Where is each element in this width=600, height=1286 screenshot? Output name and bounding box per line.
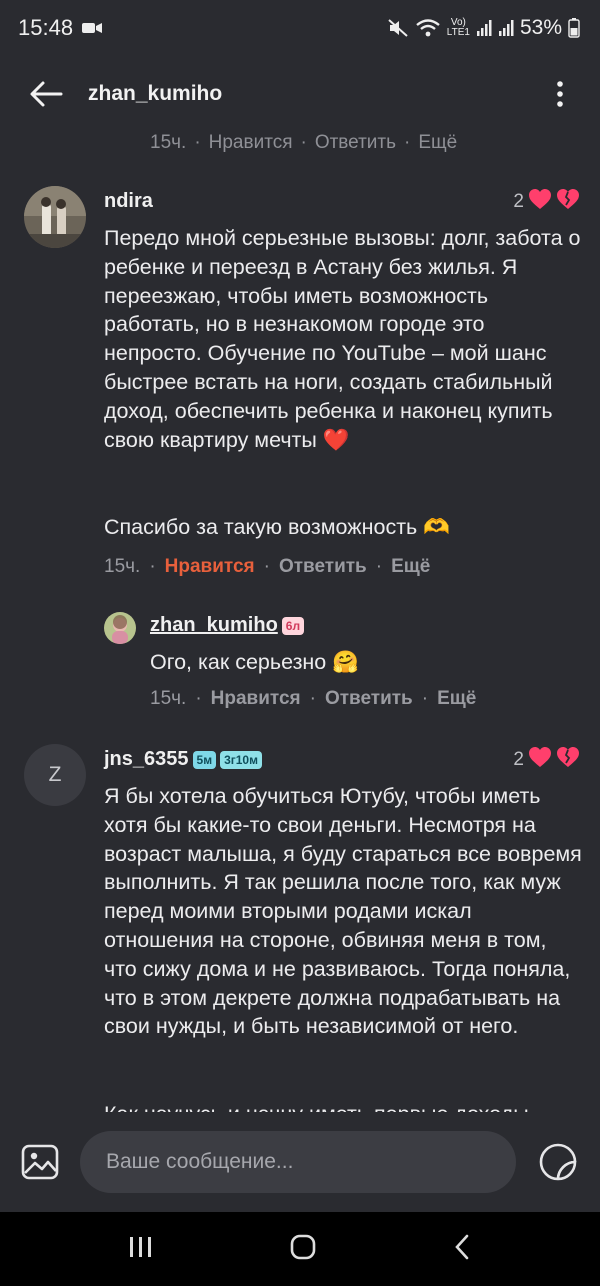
comment-text: Я бы хотела обучиться Ютубу, чтобы иметь… [104, 784, 582, 1039]
top-app-bar: zhan_kumiho [0, 60, 600, 128]
comment-time: 15ч. [104, 556, 141, 577]
heart-icon [528, 746, 552, 774]
battery-icon [568, 18, 580, 38]
signal-icon-1 [476, 19, 492, 37]
comment-text-2: Как научусь и начну иметь первые доходы [104, 1100, 584, 1112]
previous-comment-meta: 15ч. · Нравится · Ответить · Ещё [150, 132, 458, 154]
like-button[interactable]: Нравится [209, 132, 293, 154]
comment-author[interactable]: ndira [104, 190, 153, 213]
avatar[interactable] [104, 612, 136, 644]
like-button[interactable]: Нравится [165, 556, 255, 578]
age-badge: 6л [281, 616, 305, 635]
heartbreak-icon [556, 746, 580, 774]
chevron-left-icon [455, 1234, 469, 1259]
mute-icon [387, 18, 409, 38]
reply-author[interactable]: zhan_kumiho 6л [150, 614, 305, 637]
message-input[interactable]: Ваше сообщение... [80, 1131, 516, 1193]
home-button[interactable] [289, 1233, 317, 1266]
like-counter: 2 [513, 746, 580, 774]
badge-3y10m: 3г10м [220, 750, 262, 769]
image-icon [21, 1144, 59, 1180]
comment-author[interactable]: jns_6355 5м 3г10м [104, 748, 262, 771]
avatar[interactable]: Z [24, 744, 86, 806]
comment-text-2: Спасибо за такую возможность 🫶 [104, 515, 450, 539]
heart-icon [528, 188, 552, 216]
back-nav-button[interactable] [452, 1233, 472, 1266]
more-button[interactable]: Ещё [437, 688, 476, 710]
status-time: 15:48 [18, 15, 74, 40]
more-button[interactable]: Ещё [391, 556, 430, 578]
battery-percent: 53% [519, 16, 562, 39]
arrow-left-icon [30, 81, 63, 107]
back-button[interactable] [22, 70, 70, 118]
reply-text: Ого, как серьезно 🤗 [150, 650, 359, 674]
home-icon [290, 1234, 316, 1259]
recent-apps-button[interactable] [128, 1235, 154, 1264]
comments-list[interactable]: 15ч.· Нравится· Ответить· Ещё ndira 2 [0, 128, 600, 1112]
more-options-button[interactable] [540, 70, 580, 118]
reply-button[interactable]: Ответить [279, 556, 367, 578]
signal-icon-2 [498, 19, 514, 37]
badge-5m: 5м [192, 750, 217, 769]
like-button[interactable]: Нравится [211, 688, 301, 710]
reply-button[interactable]: Ответить [325, 688, 413, 710]
comment-meta: 15ч. · Нравится · Ответить · Ещё [104, 556, 431, 578]
lte-icon: Vo) LTE1 [446, 17, 470, 38]
video-call-icon [81, 20, 103, 36]
sticker-icon [539, 1143, 577, 1181]
recents-icon [129, 1236, 151, 1257]
like-counter: 2 [513, 188, 580, 216]
more-vertical-icon [557, 81, 563, 107]
system-navigation-bar [0, 1212, 600, 1286]
more-button[interactable]: Ещё [418, 132, 457, 154]
avatar[interactable] [24, 186, 86, 248]
status-bar: 15:48 Vo) LTE1 53% [0, 0, 600, 56]
reply-meta: 15ч. · Нравится · Ответить · Ещё [150, 688, 477, 710]
reply-time: 15ч. [150, 688, 187, 709]
sticker-button[interactable] [536, 1140, 580, 1184]
message-composer: Ваше сообщение... [0, 1112, 600, 1212]
reply-button[interactable]: Ответить [315, 132, 396, 154]
comment-text: Передо мной серьезные вызовы: долг, забо… [104, 226, 581, 452]
wifi-icon [415, 18, 441, 38]
page-title: zhan_kumiho [88, 82, 223, 105]
attach-image-button[interactable] [18, 1140, 62, 1184]
heartbreak-icon [556, 188, 580, 216]
